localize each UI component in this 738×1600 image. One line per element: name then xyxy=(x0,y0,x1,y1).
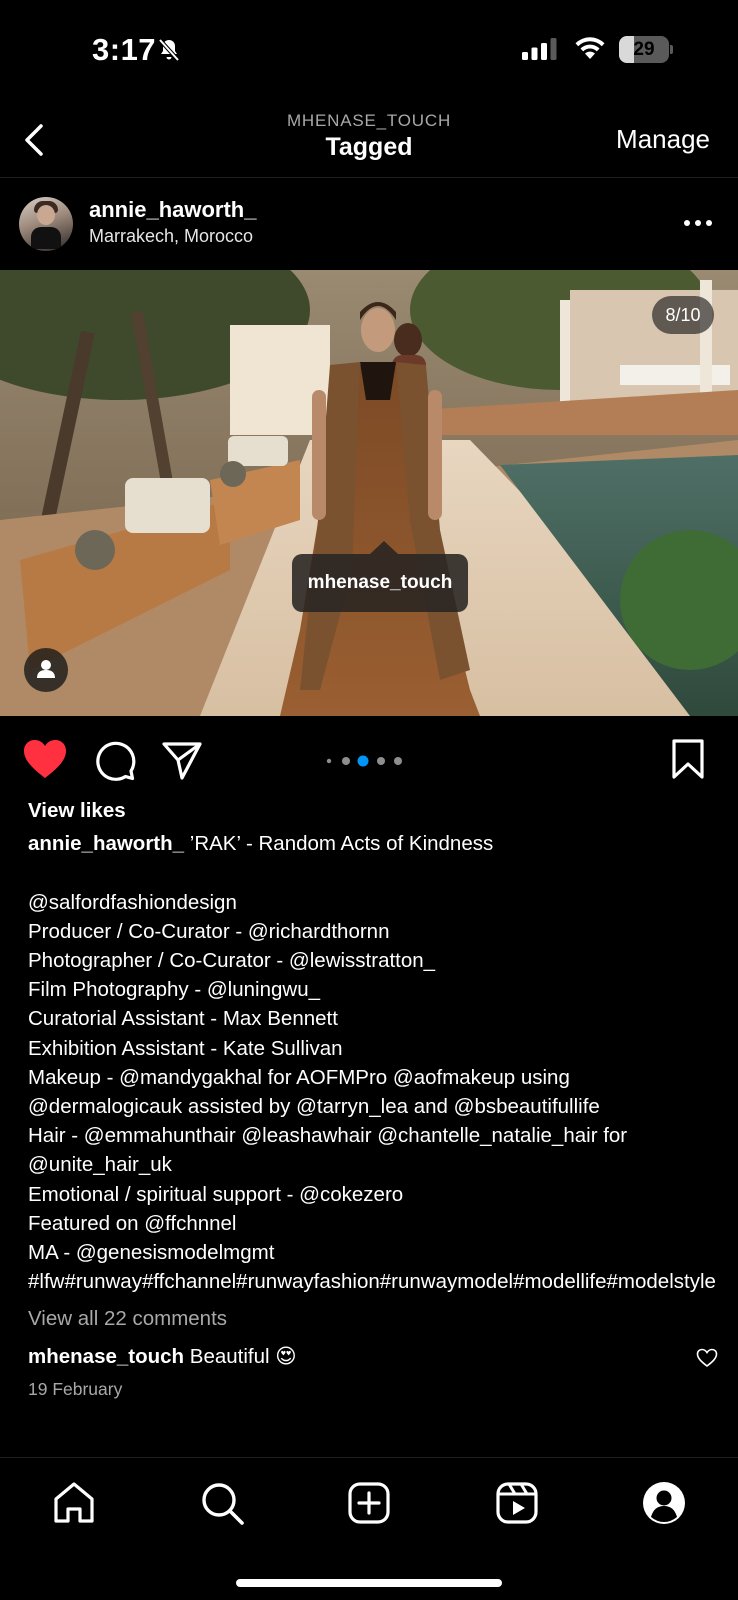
post-media[interactable]: 8/10 mhenase_touch xyxy=(0,270,738,716)
battery-indicator: 29 xyxy=(619,36,673,63)
comment-text: Beautiful 😍 xyxy=(189,1344,297,1368)
post-username[interactable]: annie_haworth_ xyxy=(89,197,256,223)
view-likes-link[interactable]: View likes xyxy=(28,796,718,825)
carousel-dot xyxy=(377,757,385,765)
home-indicator xyxy=(236,1579,502,1587)
comment-bubble-icon[interactable] xyxy=(92,738,136,782)
media-counter: 8/10 xyxy=(652,296,714,334)
heart-filled-icon[interactable] xyxy=(22,738,68,780)
carousel-dot-active xyxy=(357,755,369,767)
more-dots-icon[interactable] xyxy=(682,218,714,228)
carousel-dot xyxy=(342,757,350,765)
manage-button[interactable]: Manage xyxy=(616,124,710,155)
search-icon[interactable] xyxy=(198,1479,246,1527)
post-location[interactable]: Marrakech, Morocco xyxy=(89,226,253,247)
battery-level: 29 xyxy=(633,39,655,60)
user-tag-label[interactable]: mhenase_touch xyxy=(292,554,468,612)
post-date: 19 February xyxy=(28,1378,123,1399)
nav-header: MHENASE_TOUCH Tagged Manage xyxy=(0,100,738,178)
post-actions xyxy=(0,716,738,800)
wifi-icon xyxy=(575,37,605,59)
bottom-tab-bar xyxy=(0,1457,738,1600)
plus-square-icon[interactable] xyxy=(345,1479,393,1527)
paper-plane-icon[interactable] xyxy=(160,738,204,782)
user-tags-button[interactable] xyxy=(24,648,68,692)
avatar[interactable] xyxy=(19,197,73,251)
comment-like-heart-icon[interactable] xyxy=(696,1348,718,1368)
caption-section: View likes annie_haworth_ ’RAK’ - Random… xyxy=(28,796,718,1404)
caption-first-line: ’RAK’ - Random Acts of Kindness xyxy=(189,832,494,856)
status-bar: 3:17 29 xyxy=(0,0,738,100)
profile-icon[interactable] xyxy=(640,1479,688,1527)
view-all-comments-link[interactable]: View all 22 comments xyxy=(28,1304,718,1333)
carousel-dot xyxy=(326,758,332,764)
caption-text: annie_haworth_ ’RAK’ - Random Acts of Ki… xyxy=(28,829,718,1296)
bookmark-icon[interactable] xyxy=(670,738,706,780)
status-time: 3:17 xyxy=(92,32,157,67)
comment-username[interactable]: mhenase_touch xyxy=(28,1345,184,1368)
post-photo xyxy=(0,270,738,716)
caption-body: @salfordfashiondesign Producer / Co-Cura… xyxy=(28,890,716,1294)
tag-pointer xyxy=(370,541,398,554)
cellular-signal-icon xyxy=(522,38,557,60)
caption-username[interactable]: annie_haworth_ xyxy=(28,832,184,855)
carousel-dot xyxy=(394,757,402,765)
home-icon[interactable] xyxy=(50,1479,98,1527)
carousel-dots xyxy=(326,755,402,767)
person-icon xyxy=(37,660,55,678)
bell-muted-icon xyxy=(158,38,180,62)
post-header: annie_haworth_ Marrakech, Morocco xyxy=(0,178,738,270)
comment-row: mhenase_touch Beautiful 😍 xyxy=(28,1342,718,1371)
reels-icon[interactable] xyxy=(493,1479,541,1527)
